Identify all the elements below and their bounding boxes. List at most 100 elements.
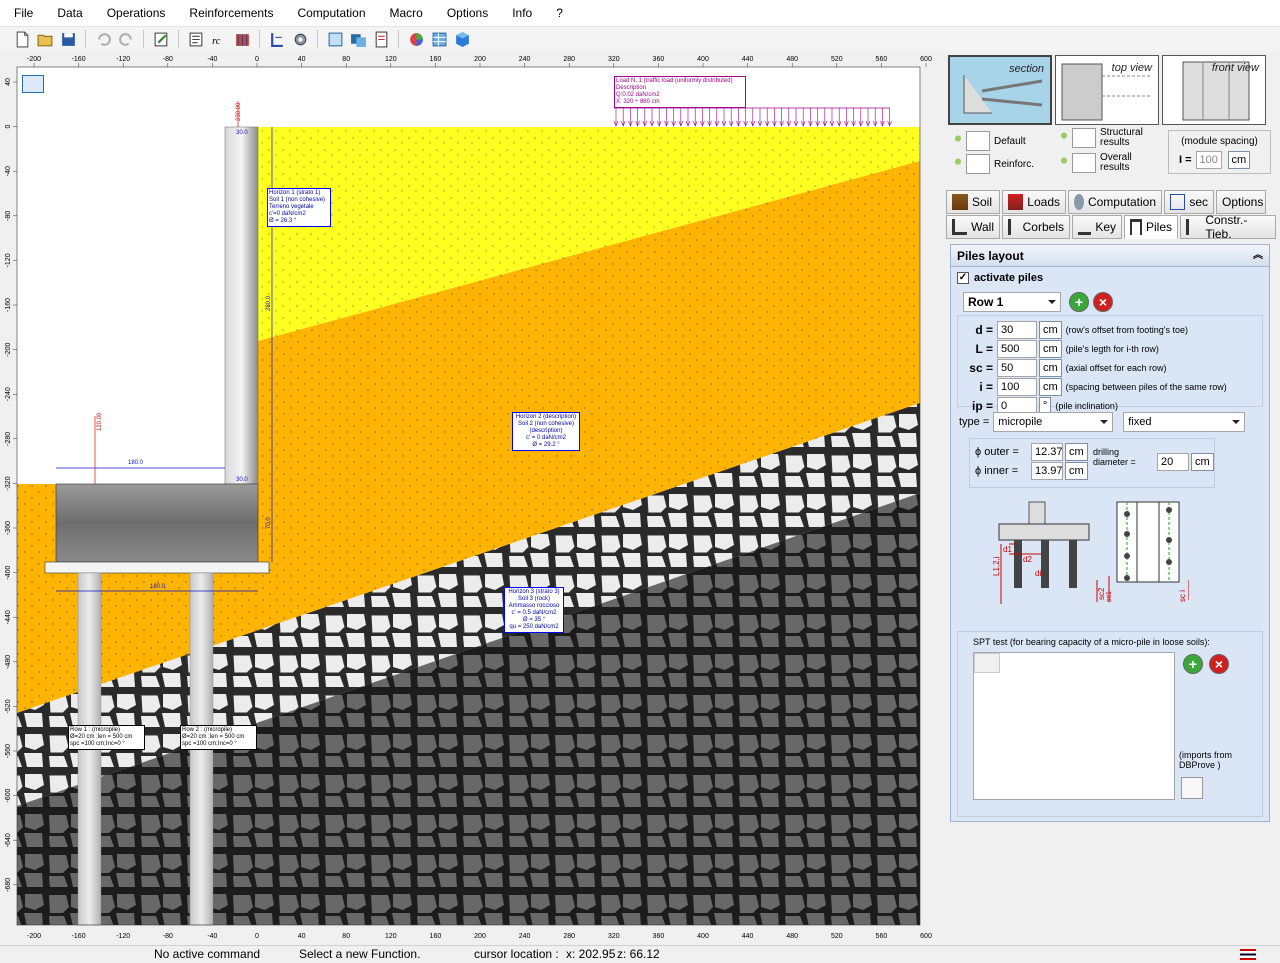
- ruler-x-tick: 280: [563, 56, 575, 63]
- horizon-label-line: (description): [529, 428, 563, 434]
- overall-view-icon: [1072, 153, 1096, 173]
- view-front-button[interactable]: front view: [1162, 55, 1266, 125]
- ruler-x-tick: 40: [298, 933, 306, 940]
- ruler-x-tick: 160: [430, 56, 442, 63]
- ruler-x-tick: 440: [742, 56, 754, 63]
- ruler-x-bottom: -200 -160 -120 -80 -40 0 40 80 120 160 200 240 280 32…: [27, 933, 932, 940]
- edit-icon[interactable]: [151, 29, 171, 49]
- structure-icon[interactable]: [232, 29, 252, 49]
- module-spacing-input[interactable]: 100: [1195, 151, 1222, 169]
- import-dbprove-icon[interactable]: [1181, 777, 1203, 799]
- row-label-line: Row 2 : (micropile): [182, 727, 233, 733]
- module-title: (module spacing): [1181, 136, 1258, 147]
- menu-computation[interactable]: Computation: [285, 0, 377, 27]
- pile-type-select[interactable]: micropile: [993, 412, 1114, 432]
- menu-macro[interactable]: Macro: [378, 0, 435, 27]
- ruler-x-tick: 320: [608, 933, 620, 940]
- zoom-fit-icon[interactable]: [22, 75, 44, 93]
- menu-operations[interactable]: Operations: [95, 0, 178, 27]
- structural-results-button[interactable]: Structural results: [1060, 128, 1150, 148]
- report-icon[interactable]: [186, 29, 206, 49]
- add-row-button[interactable]: +: [1069, 292, 1089, 312]
- tab-corbels[interactable]: Corbels: [1002, 215, 1070, 239]
- settings-gear-icon[interactable]: [290, 29, 310, 49]
- ruler-y-tick: 0: [5, 125, 12, 129]
- ruler-x-tick: 0: [255, 933, 259, 940]
- tab-key[interactable]: Key: [1072, 215, 1122, 239]
- tab-sec[interactable]: sec: [1164, 190, 1214, 214]
- menu-reinforcements[interactable]: Reinforcements: [177, 0, 285, 27]
- outer-diameter-input[interactable]: 12.37: [1031, 443, 1063, 461]
- dim-footing-height-label: 70.0: [266, 517, 272, 529]
- ruler-x-tick: 80: [342, 933, 350, 940]
- horizon-label-line: c' = 0 daN/cm2: [526, 435, 566, 441]
- menu-file[interactable]: File: [0, 0, 45, 27]
- cube-icon[interactable]: [452, 29, 472, 49]
- color-wheel-icon[interactable]: [406, 29, 426, 49]
- tabs-row-2: Wall Corbels Key Piles Constr.-Tieb.: [946, 213, 1280, 241]
- piles-layout-panel: Piles layout ︽ ✓ activate piles Row 1 + …: [950, 244, 1270, 822]
- pin-icon: [1060, 132, 1068, 144]
- ruler-x-tick: 440: [742, 933, 754, 940]
- overall-results-button[interactable]: Overall results: [1060, 153, 1150, 173]
- export-icon[interactable]: [348, 29, 368, 49]
- imports-label: (imports from DBProve ): [1179, 750, 1233, 770]
- ruler-x-tick: 520: [831, 933, 843, 940]
- tab-computation[interactable]: Computation: [1068, 190, 1162, 214]
- pile-param-input[interactable]: 100: [997, 378, 1037, 396]
- add-spt-button[interactable]: +: [1183, 654, 1203, 674]
- horizon-label-line: c' = 0.5 daN/cm2: [511, 610, 557, 616]
- formula-icon[interactable]: rc: [209, 29, 229, 49]
- redo-icon[interactable]: [116, 29, 136, 49]
- drawing-canvas[interactable]: 180.0 180.0 30.0 30.0 280.0 70.0 120.00 …: [0, 51, 940, 945]
- delete-spt-button[interactable]: ×: [1209, 654, 1229, 674]
- dim-top-load-label: 230.00: [236, 102, 242, 121]
- drilling-diameter-input[interactable]: 20: [1157, 453, 1189, 471]
- open-folder-icon[interactable]: [35, 29, 55, 49]
- right-panel: section top view front view Default Rein…: [942, 51, 1280, 945]
- diagram-label-sc2: sc2: [1097, 587, 1106, 600]
- preview-icon[interactable]: [325, 29, 345, 49]
- reinforc-results-button[interactable]: Reinforc.: [954, 154, 1034, 174]
- menu-help[interactable]: ?: [544, 0, 575, 27]
- tab-constr-tieb[interactable]: Constr.-Tieb.: [1180, 213, 1276, 241]
- ruler-x-tick: -40: [207, 933, 217, 940]
- pile-param-input[interactable]: 30: [997, 321, 1037, 339]
- tab-soil[interactable]: Soil: [946, 190, 1000, 214]
- pile-param-input[interactable]: 50: [997, 359, 1037, 377]
- view-section-button[interactable]: section: [948, 55, 1052, 125]
- menu-options[interactable]: Options: [435, 0, 500, 27]
- default-results-button[interactable]: Default: [954, 131, 1026, 151]
- tab-options[interactable]: Options: [1216, 190, 1266, 214]
- activate-piles-checkbox[interactable]: ✓: [957, 272, 969, 284]
- spt-table[interactable]: [973, 652, 1175, 800]
- horizon-label-line: Ø = 26.3 °: [269, 218, 297, 224]
- pile-param-input[interactable]: 500: [997, 340, 1037, 358]
- delete-row-button[interactable]: ×: [1093, 292, 1113, 312]
- reinforc-label: Reinforc.: [994, 158, 1035, 170]
- row-select[interactable]: Row 1: [963, 292, 1061, 312]
- status-command: No active command: [154, 947, 261, 961]
- lean-concrete: [44, 561, 270, 574]
- wall-section-icon[interactable]: [267, 29, 287, 49]
- table-icon[interactable]: [429, 29, 449, 49]
- tab-piles[interactable]: Piles: [1124, 215, 1178, 239]
- tab-wall[interactable]: Wall: [946, 215, 1000, 239]
- tab-label: Constr.-Tieb.: [1205, 213, 1248, 241]
- menu-data[interactable]: Data: [45, 0, 94, 27]
- ruler-x-tick: 40: [298, 56, 306, 63]
- ruler-y-tick: -240: [5, 387, 12, 401]
- inner-diameter-input[interactable]: 13.97: [1031, 462, 1063, 480]
- document-icon[interactable]: [371, 29, 391, 49]
- outer-diameter-label: ϕ outer =: [975, 446, 1019, 458]
- section-drawing[interactable]: 180.0 180.0 30.0 30.0 280.0 70.0 120.00 …: [0, 51, 940, 945]
- menu-info[interactable]: Info: [500, 0, 544, 27]
- collapse-chevron-icon[interactable]: ︽: [1253, 245, 1263, 267]
- new-file-icon[interactable]: [12, 29, 32, 49]
- undo-icon[interactable]: [93, 29, 113, 49]
- view-top-button[interactable]: top view: [1055, 55, 1159, 125]
- tab-loads[interactable]: Loads: [1002, 190, 1066, 214]
- pile-fixity-select[interactable]: fixed: [1123, 412, 1246, 432]
- language-flag-icon[interactable]: [1240, 949, 1256, 960]
- save-icon[interactable]: [58, 29, 78, 49]
